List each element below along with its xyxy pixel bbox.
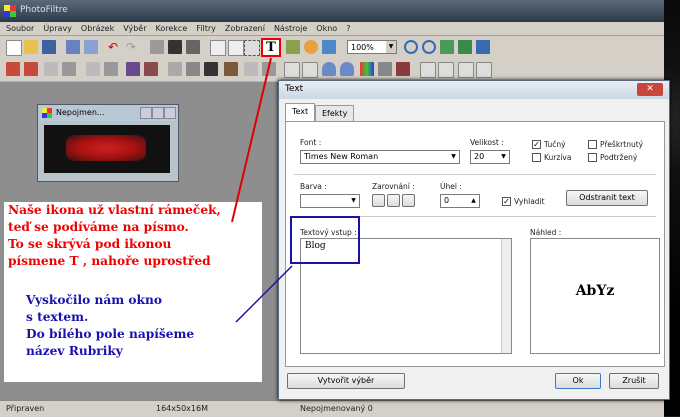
red-pointer-line <box>231 57 272 223</box>
annotation-arrows <box>231 57 293 323</box>
blue-pointer-line <box>235 265 293 323</box>
